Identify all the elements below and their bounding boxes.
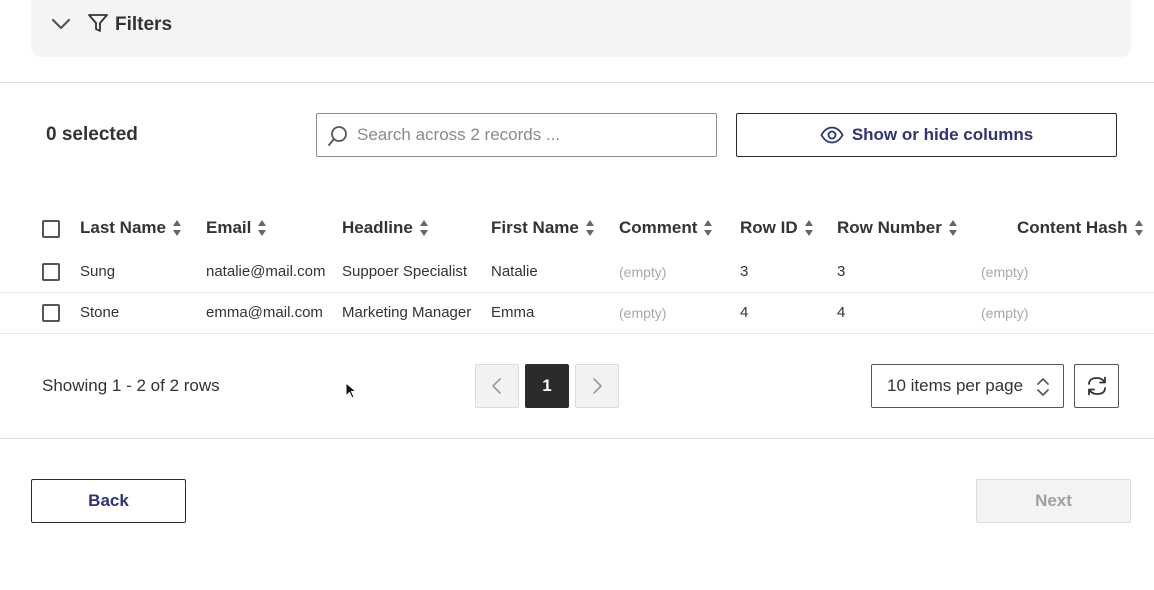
cell-last-name: Sung [80, 263, 116, 280]
column-header-first-name[interactable]: First Name [491, 218, 595, 238]
chevron-right-icon [593, 378, 602, 394]
cell-email: natalie@mail.com [206, 263, 326, 280]
show-hide-columns-label: Show or hide columns [851, 125, 1034, 144]
cell-first-name: Natalie [491, 263, 538, 280]
column-header-headline[interactable]: Headline [342, 218, 429, 238]
items-per-page-select[interactable]: 10 items per page [871, 364, 1064, 408]
cell-comment: (empty) [619, 264, 667, 280]
chevron-down-icon[interactable] [51, 14, 71, 34]
refresh-button[interactable] [1074, 364, 1119, 408]
next-page-button[interactable] [575, 364, 619, 408]
row-separator [0, 333, 1154, 334]
row-separator [0, 292, 1154, 293]
cell-email: emma@mail.com [206, 304, 323, 321]
cell-row-number: 3 [837, 263, 846, 280]
row-checkbox[interactable] [42, 304, 60, 322]
column-header-email[interactable]: Email [206, 218, 267, 238]
search-icon [328, 126, 347, 146]
funnel-icon [88, 14, 108, 32]
sort-icon[interactable] [257, 219, 267, 237]
cell-row-id: 4 [740, 304, 749, 321]
search-box[interactable] [316, 113, 717, 157]
filters-bar[interactable]: Filters [31, 0, 1131, 57]
row-checkbox[interactable] [42, 263, 60, 281]
column-header-row-id[interactable]: Row ID [740, 218, 814, 238]
cell-row-id: 3 [740, 263, 749, 280]
search-input[interactable] [357, 114, 707, 156]
select-all-checkbox[interactable] [42, 220, 60, 238]
filters-label[interactable]: Filters [115, 14, 172, 36]
cell-first-name: Emma [491, 304, 535, 321]
sort-icon[interactable] [948, 219, 958, 237]
sort-icon[interactable] [172, 219, 182, 237]
column-header-row-number[interactable]: Row Number [837, 218, 958, 238]
cell-comment: (empty) [619, 305, 667, 321]
showing-rows-text: Showing 1 - 2 of 2 rows [42, 376, 220, 395]
column-header-last-name[interactable]: Last Name [80, 218, 182, 238]
refresh-icon [1087, 376, 1106, 396]
cell-headline: Marketing Manager [342, 304, 472, 321]
mouse-cursor-icon [345, 382, 357, 399]
previous-page-button[interactable] [475, 364, 519, 408]
cell-content-hash: (empty) [981, 305, 1029, 321]
show-hide-columns-button[interactable]: Show or hide columns [736, 113, 1117, 157]
column-header-comment[interactable]: Comment [619, 218, 713, 238]
items-per-page-label: 10 items per page [887, 376, 1024, 395]
eye-icon [820, 126, 844, 144]
cell-last-name: Stone [80, 304, 120, 321]
chevron-left-icon [492, 378, 501, 394]
page-button-current[interactable]: 1 [525, 364, 569, 408]
sort-icon[interactable] [585, 219, 595, 237]
divider [0, 82, 1154, 83]
cell-content-hash: (empty) [981, 264, 1029, 280]
sort-icon[interactable] [804, 219, 814, 237]
column-header-content-hash[interactable]: Content Hash [1017, 218, 1144, 238]
divider [0, 438, 1154, 439]
sort-icon[interactable] [703, 219, 713, 237]
next-button[interactable]: Next [976, 479, 1131, 523]
selected-count: 0 selected [46, 124, 138, 145]
cell-row-number: 4 [837, 304, 846, 321]
sort-icon[interactable] [419, 219, 429, 237]
sort-icon[interactable] [1134, 219, 1144, 237]
select-arrows-icon [1037, 378, 1049, 396]
back-button[interactable]: Back [31, 479, 186, 523]
cell-headline: Suppoer Specialist [342, 263, 468, 280]
